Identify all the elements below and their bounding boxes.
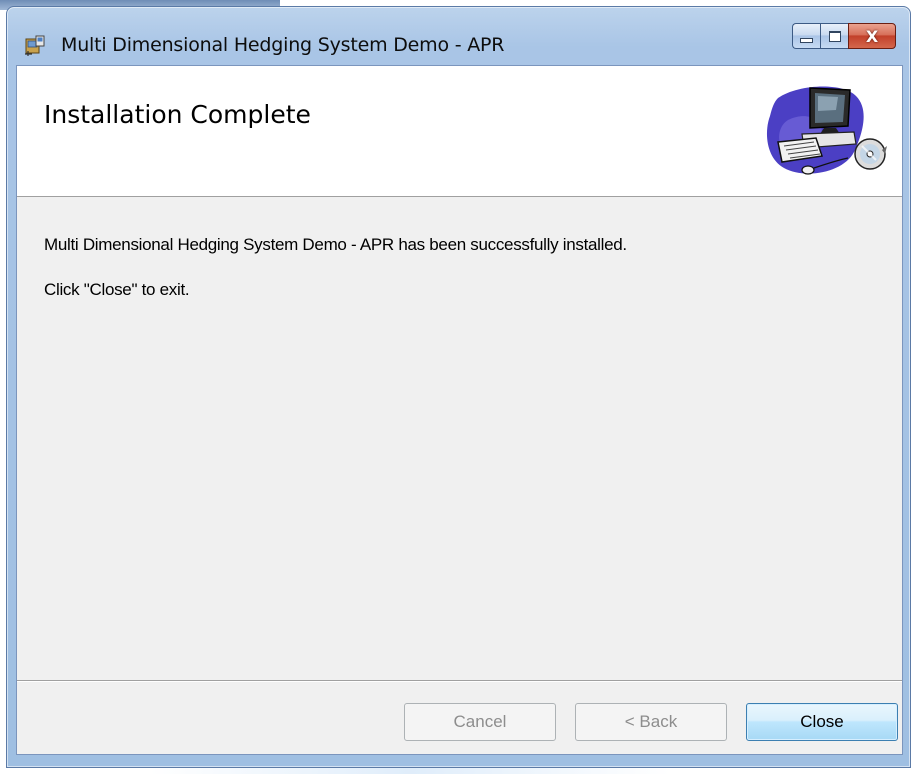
- minimize-icon: [800, 37, 813, 43]
- close-window-button[interactable]: X: [848, 23, 896, 49]
- cancel-button[interactable]: Cancel: [404, 703, 556, 741]
- maximize-button[interactable]: [820, 23, 848, 49]
- window-title: Multi Dimensional Hedging System Demo - …: [61, 34, 505, 56]
- success-message: Multi Dimensional Hedging System Demo - …: [44, 235, 627, 254]
- close-icon: X: [865, 26, 879, 46]
- footer-divider: [17, 680, 902, 682]
- computer-cd-icon: [766, 86, 887, 175]
- close-button[interactable]: Close: [746, 703, 898, 741]
- title-bar[interactable]: Multi Dimensional Hedging System Demo - …: [7, 7, 910, 65]
- close-instruction: Click "Close" to exit.: [44, 280, 190, 299]
- dialog-client-area: Installation Complete Multi Dimensional …: [16, 65, 903, 755]
- minimize-button[interactable]: [792, 23, 820, 49]
- caption-buttons: X: [792, 23, 896, 49]
- header-banner: Installation Complete: [17, 66, 902, 197]
- back-button[interactable]: < Back: [575, 703, 727, 741]
- page-title: Installation Complete: [44, 100, 311, 129]
- maximize-icon: [828, 30, 841, 42]
- installer-window: Multi Dimensional Hedging System Demo - …: [6, 6, 911, 768]
- installer-icon: [25, 35, 45, 56]
- taskbar-glow: [150, 768, 670, 774]
